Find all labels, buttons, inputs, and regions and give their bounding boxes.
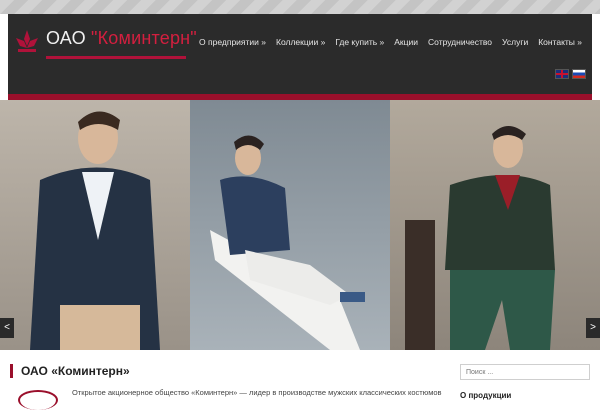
- nav-item-services[interactable]: Услуги: [502, 37, 528, 47]
- page-title: ОАО «Коминтерн»: [10, 364, 130, 378]
- slide-panel-left: [0, 100, 190, 350]
- nav-item-contacts[interactable]: Контакты »: [538, 37, 582, 47]
- slider-next-button[interactable]: >: [586, 318, 600, 338]
- logo-brand: "Коминтерн": [91, 28, 197, 48]
- main-nav: О предприятии » Коллекции » Где купить »…: [199, 37, 582, 47]
- site-header: ОАО "Коминтерн" О предприятии » Коллекци…: [8, 14, 592, 94]
- slide-panel-center: [190, 100, 390, 350]
- russian-flag-icon[interactable]: [572, 69, 586, 79]
- search-input[interactable]: [460, 364, 590, 380]
- nav-item-collections[interactable]: Коллекции »: [276, 37, 325, 47]
- top-pattern-strip: [0, 0, 600, 14]
- hero-slider: < >: [0, 100, 600, 350]
- model-photo-right: [405, 126, 555, 350]
- slider-prev-button[interactable]: <: [0, 318, 14, 338]
- language-switcher: [555, 69, 586, 79]
- logo-underline: [46, 56, 186, 59]
- model-photo-left: [30, 111, 160, 350]
- nav-item-where-to-buy[interactable]: Где купить »: [335, 37, 384, 47]
- lotus-logo-icon: [16, 30, 38, 52]
- logo-prefix: ОАО: [46, 28, 86, 48]
- intro-text: Открытое акционерное общество «Коминтерн…: [72, 388, 442, 397]
- nav-item-cooperation[interactable]: Сотрудничество: [428, 37, 492, 47]
- site-logo[interactable]: ОАО "Коминтерн": [12, 26, 197, 59]
- slide-panel-right: [390, 100, 600, 350]
- logo-text: ОАО "Коминтерн": [46, 28, 197, 49]
- nav-item-about[interactable]: О предприятии »: [199, 37, 266, 47]
- model-photo-center: [210, 135, 365, 350]
- english-flag-icon[interactable]: [555, 69, 569, 79]
- nav-item-promotions[interactable]: Акции: [394, 37, 418, 47]
- company-seal-icon: [18, 390, 58, 410]
- sidebar-heading: О продукции: [460, 391, 512, 400]
